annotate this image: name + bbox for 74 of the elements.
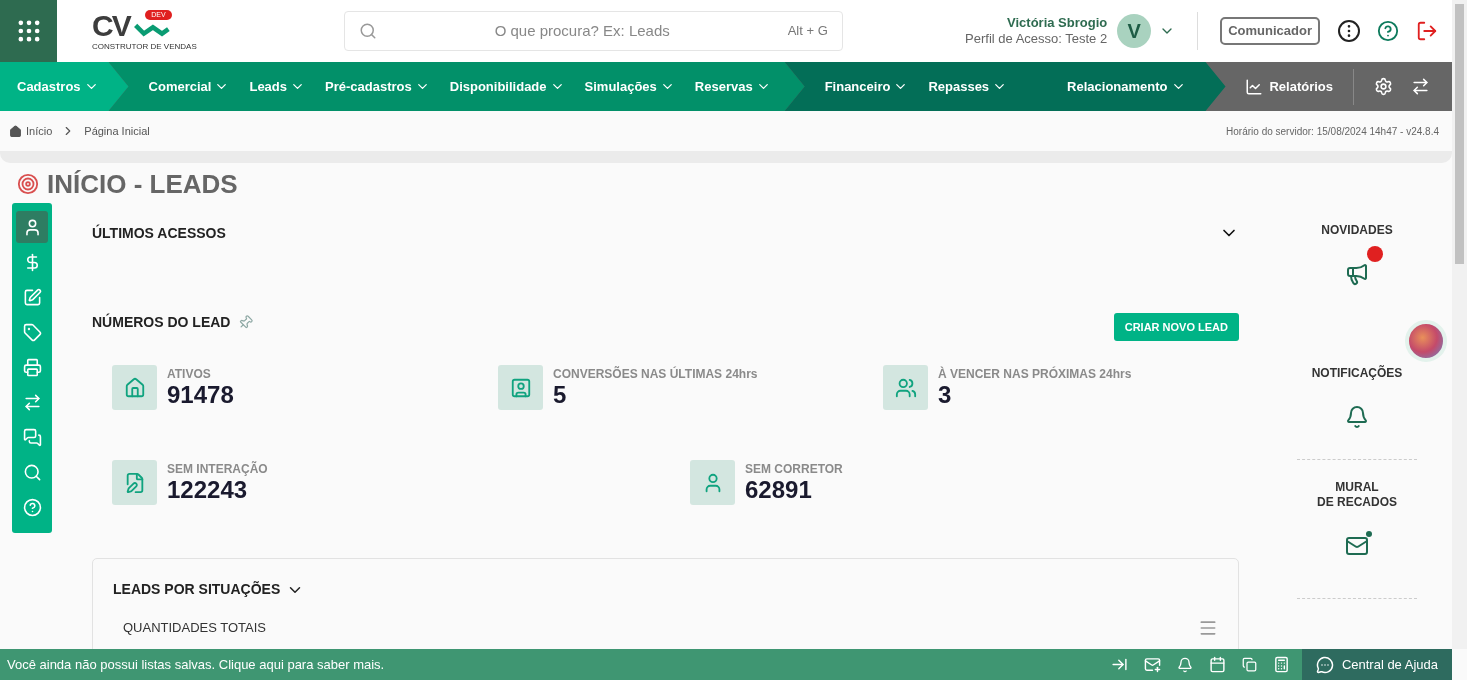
more-options-icon[interactable] <box>1338 20 1360 42</box>
megaphone-icon[interactable] <box>1345 262 1369 286</box>
create-lead-button[interactable]: CRIAR NOVO LEAD <box>1113 313 1239 341</box>
search-icon <box>358 22 377 40</box>
shortcut-hint: Alt + G <box>787 22 828 41</box>
nav-menu-item[interactable]: Simulações <box>584 76 675 97</box>
stat-value: 122243 <box>167 478 249 502</box>
logout-icon[interactable] <box>1416 20 1438 42</box>
copy-icon[interactable] <box>1241 657 1257 672</box>
nav-menu-item[interactable]: Financeiro <box>824 76 909 97</box>
breadcrumb-current: Página Inicial <box>84 123 150 139</box>
users-icon <box>894 376 917 399</box>
section-title: LEADS POR SITUAÇÕES <box>113 580 281 599</box>
communicator-button[interactable]: Comunicador <box>1220 17 1320 45</box>
target-icon <box>17 173 39 195</box>
settings-icon[interactable] <box>1374 77 1393 96</box>
saved-lists-message[interactable]: Você ainda não possui listas salvas. Clique aqui para saber mais. <box>7 654 385 675</box>
stat-label: SEM CORRETOR <box>745 463 843 475</box>
calculator-icon[interactable] <box>1272 656 1290 673</box>
stat-value: 5 <box>553 383 568 407</box>
chat-bubble-icon <box>1315 655 1334 674</box>
nav-menu-item[interactable]: Relacionamento <box>1067 76 1186 97</box>
panel-title: MURAL DE RECADOS <box>1317 480 1397 510</box>
tag-icon <box>22 322 42 342</box>
panel-title: NOVIDADES <box>1321 223 1393 238</box>
search-field[interactable]: O que procura? Ex: Leads Alt + G <box>343 11 843 51</box>
user-badge-icon <box>509 376 532 399</box>
stat-value: 91478 <box>167 383 234 407</box>
stat-value: 3 <box>938 383 953 407</box>
bell-icon[interactable] <box>1176 656 1193 673</box>
home-icon <box>9 124 22 138</box>
swap-arrows-icon[interactable] <box>1411 77 1430 96</box>
stat-label: SEM INTERAÇÃO <box>167 463 268 475</box>
line-chart-icon <box>1245 77 1264 96</box>
user-name: Victória Sbrogio <box>1007 14 1108 31</box>
swap-arrows-icon <box>22 392 42 412</box>
mail-plus-icon[interactable] <box>1143 656 1161 673</box>
nav-menu-item[interactable]: Disponibilidade <box>449 76 565 97</box>
sidebar-button[interactable] <box>16 211 48 243</box>
user-avatar[interactable]: V <box>1117 14 1152 48</box>
help-icon[interactable] <box>1377 20 1399 42</box>
search-icon <box>22 462 42 482</box>
panel-title: NOTIFICAÇÕES <box>1311 366 1403 381</box>
stat-value: 62891 <box>745 478 813 502</box>
floating-assistant-bubble[interactable] <box>1405 320 1447 362</box>
stat-label: CONVERSÕES NAS ÚLTIMAS 24hrs <box>553 368 758 380</box>
scrollbar[interactable] <box>1452 0 1467 649</box>
nav-menu-item[interactable]: Pré-cadastros <box>325 76 430 97</box>
nav-menu-item[interactable]: Reservas <box>694 76 771 97</box>
arrow-to-line-icon[interactable] <box>1110 656 1128 673</box>
stat-label: ATIVOS <box>167 368 212 380</box>
section-title: NÚMEROS DO LEAD <box>92 312 231 332</box>
house-icon <box>123 376 146 399</box>
subsection-title: QUANTIDADES TOTAIS <box>123 619 267 638</box>
bell-icon[interactable] <box>1345 405 1369 429</box>
printer-icon <box>22 357 42 377</box>
nav-menu-item[interactable]: Leads <box>249 76 306 97</box>
stat-label: À VENCER NAS PRÓXIMAS 24hrs <box>938 368 1132 380</box>
user-profile: Perfil de Acesso: Teste 2 <box>965 31 1108 48</box>
page-title: INÍCIO - LEADS <box>47 167 238 201</box>
breadcrumb-link[interactable]: Início <box>26 122 53 140</box>
menu-icon[interactable] <box>1198 618 1218 638</box>
edit-icon <box>22 287 42 307</box>
server-time: Horário do servidor: 15/08/2024 14h47 - v24.8.4 <box>1226 124 1439 139</box>
mail-icon[interactable] <box>1345 534 1369 558</box>
apps-grid-button[interactable] <box>0 0 57 62</box>
reports-link[interactable]: Relatórios <box>1245 76 1333 97</box>
nav-menu-item[interactable]: Repasses <box>928 76 1008 97</box>
calendar-icon[interactable] <box>1208 656 1226 673</box>
section-title: ÚLTIMOS ACESSOS <box>92 223 226 243</box>
help-icon <box>22 497 42 517</box>
nav-menu-item[interactable]: Comercial <box>148 76 230 97</box>
help-center-button[interactable]: Central de Ajuda <box>1301 649 1452 680</box>
chat-icon <box>22 427 42 447</box>
